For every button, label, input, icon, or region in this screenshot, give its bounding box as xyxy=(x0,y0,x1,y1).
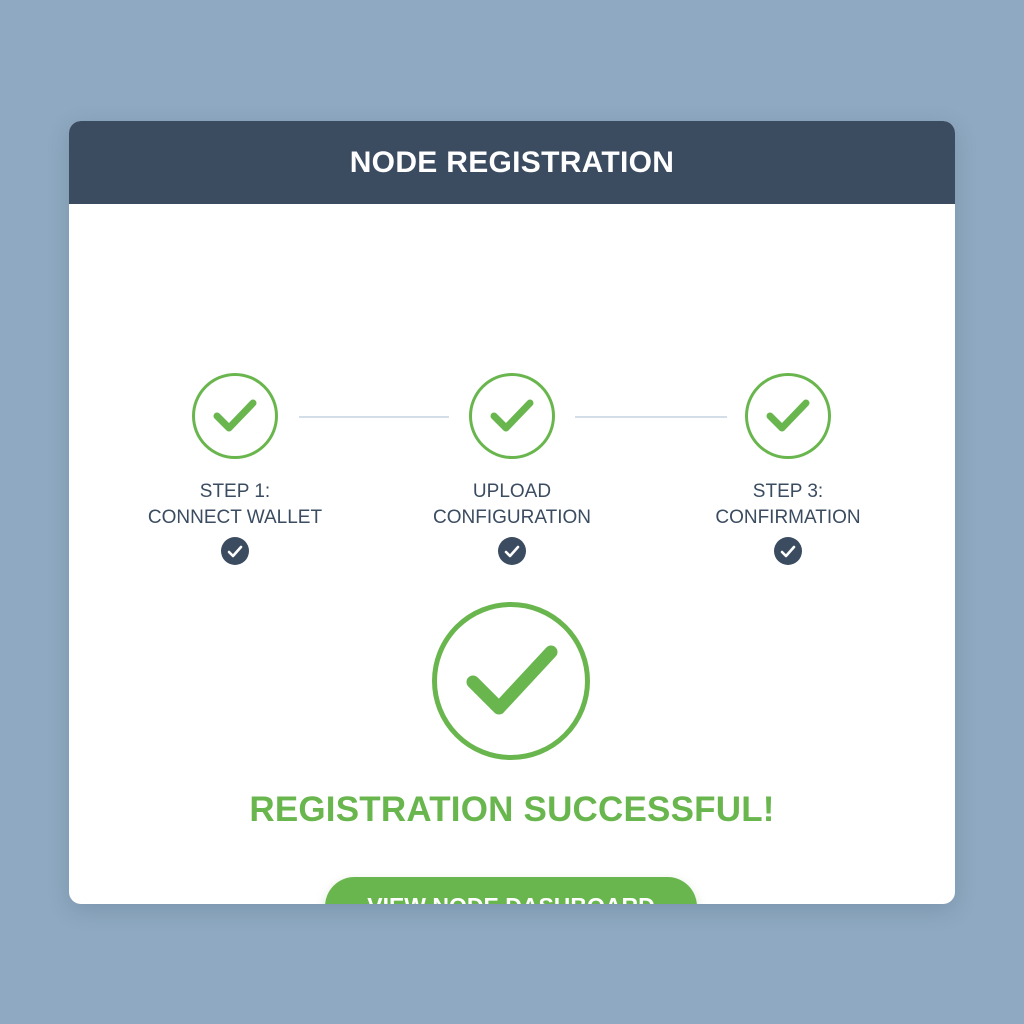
check-badge-icon xyxy=(774,537,802,565)
step-confirmation: STEP 3: CONFIRMATION xyxy=(668,373,908,565)
large-check-circle-icon xyxy=(432,602,590,760)
step-label: UPLOAD CONFIGURATION xyxy=(433,479,591,531)
step-label-line1: STEP 3: xyxy=(752,481,824,502)
check-circle-icon xyxy=(469,373,555,459)
success-message: REGISTRATION SUCCESSFUL! xyxy=(249,790,775,829)
step-label-line1: STEP 1: xyxy=(199,481,271,502)
page-title: NODE REGISTRATION xyxy=(349,145,675,179)
step-label: STEP 3: CONFIRMATION xyxy=(715,479,860,531)
check-circle-icon xyxy=(745,373,831,459)
card-body: STEP 1: CONNECT WALLET UPLOAD CONFIGURAT… xyxy=(69,204,955,904)
step-label-line2: CONFIRMATION xyxy=(715,507,861,528)
step-connect-wallet: STEP 1: CONNECT WALLET xyxy=(115,373,355,565)
check-circle-icon xyxy=(192,373,278,459)
step-label: STEP 1: CONNECT WALLET xyxy=(148,479,322,531)
step-label-line2: CONFIGURATION xyxy=(433,507,591,528)
check-badge-icon xyxy=(498,537,526,565)
registration-card: NODE REGISTRATION STEP 1: CONNECT WALLET xyxy=(69,121,955,904)
check-badge-icon xyxy=(221,537,249,565)
step-label-line1: UPLOAD xyxy=(472,481,552,502)
card-header: NODE REGISTRATION xyxy=(69,121,955,204)
step-label-line2: CONNECT WALLET xyxy=(147,507,323,528)
view-node-dashboard-button[interactable]: VIEW NODE DASHBOARD xyxy=(325,877,697,904)
step-upload-configuration: UPLOAD CONFIGURATION xyxy=(392,373,632,565)
